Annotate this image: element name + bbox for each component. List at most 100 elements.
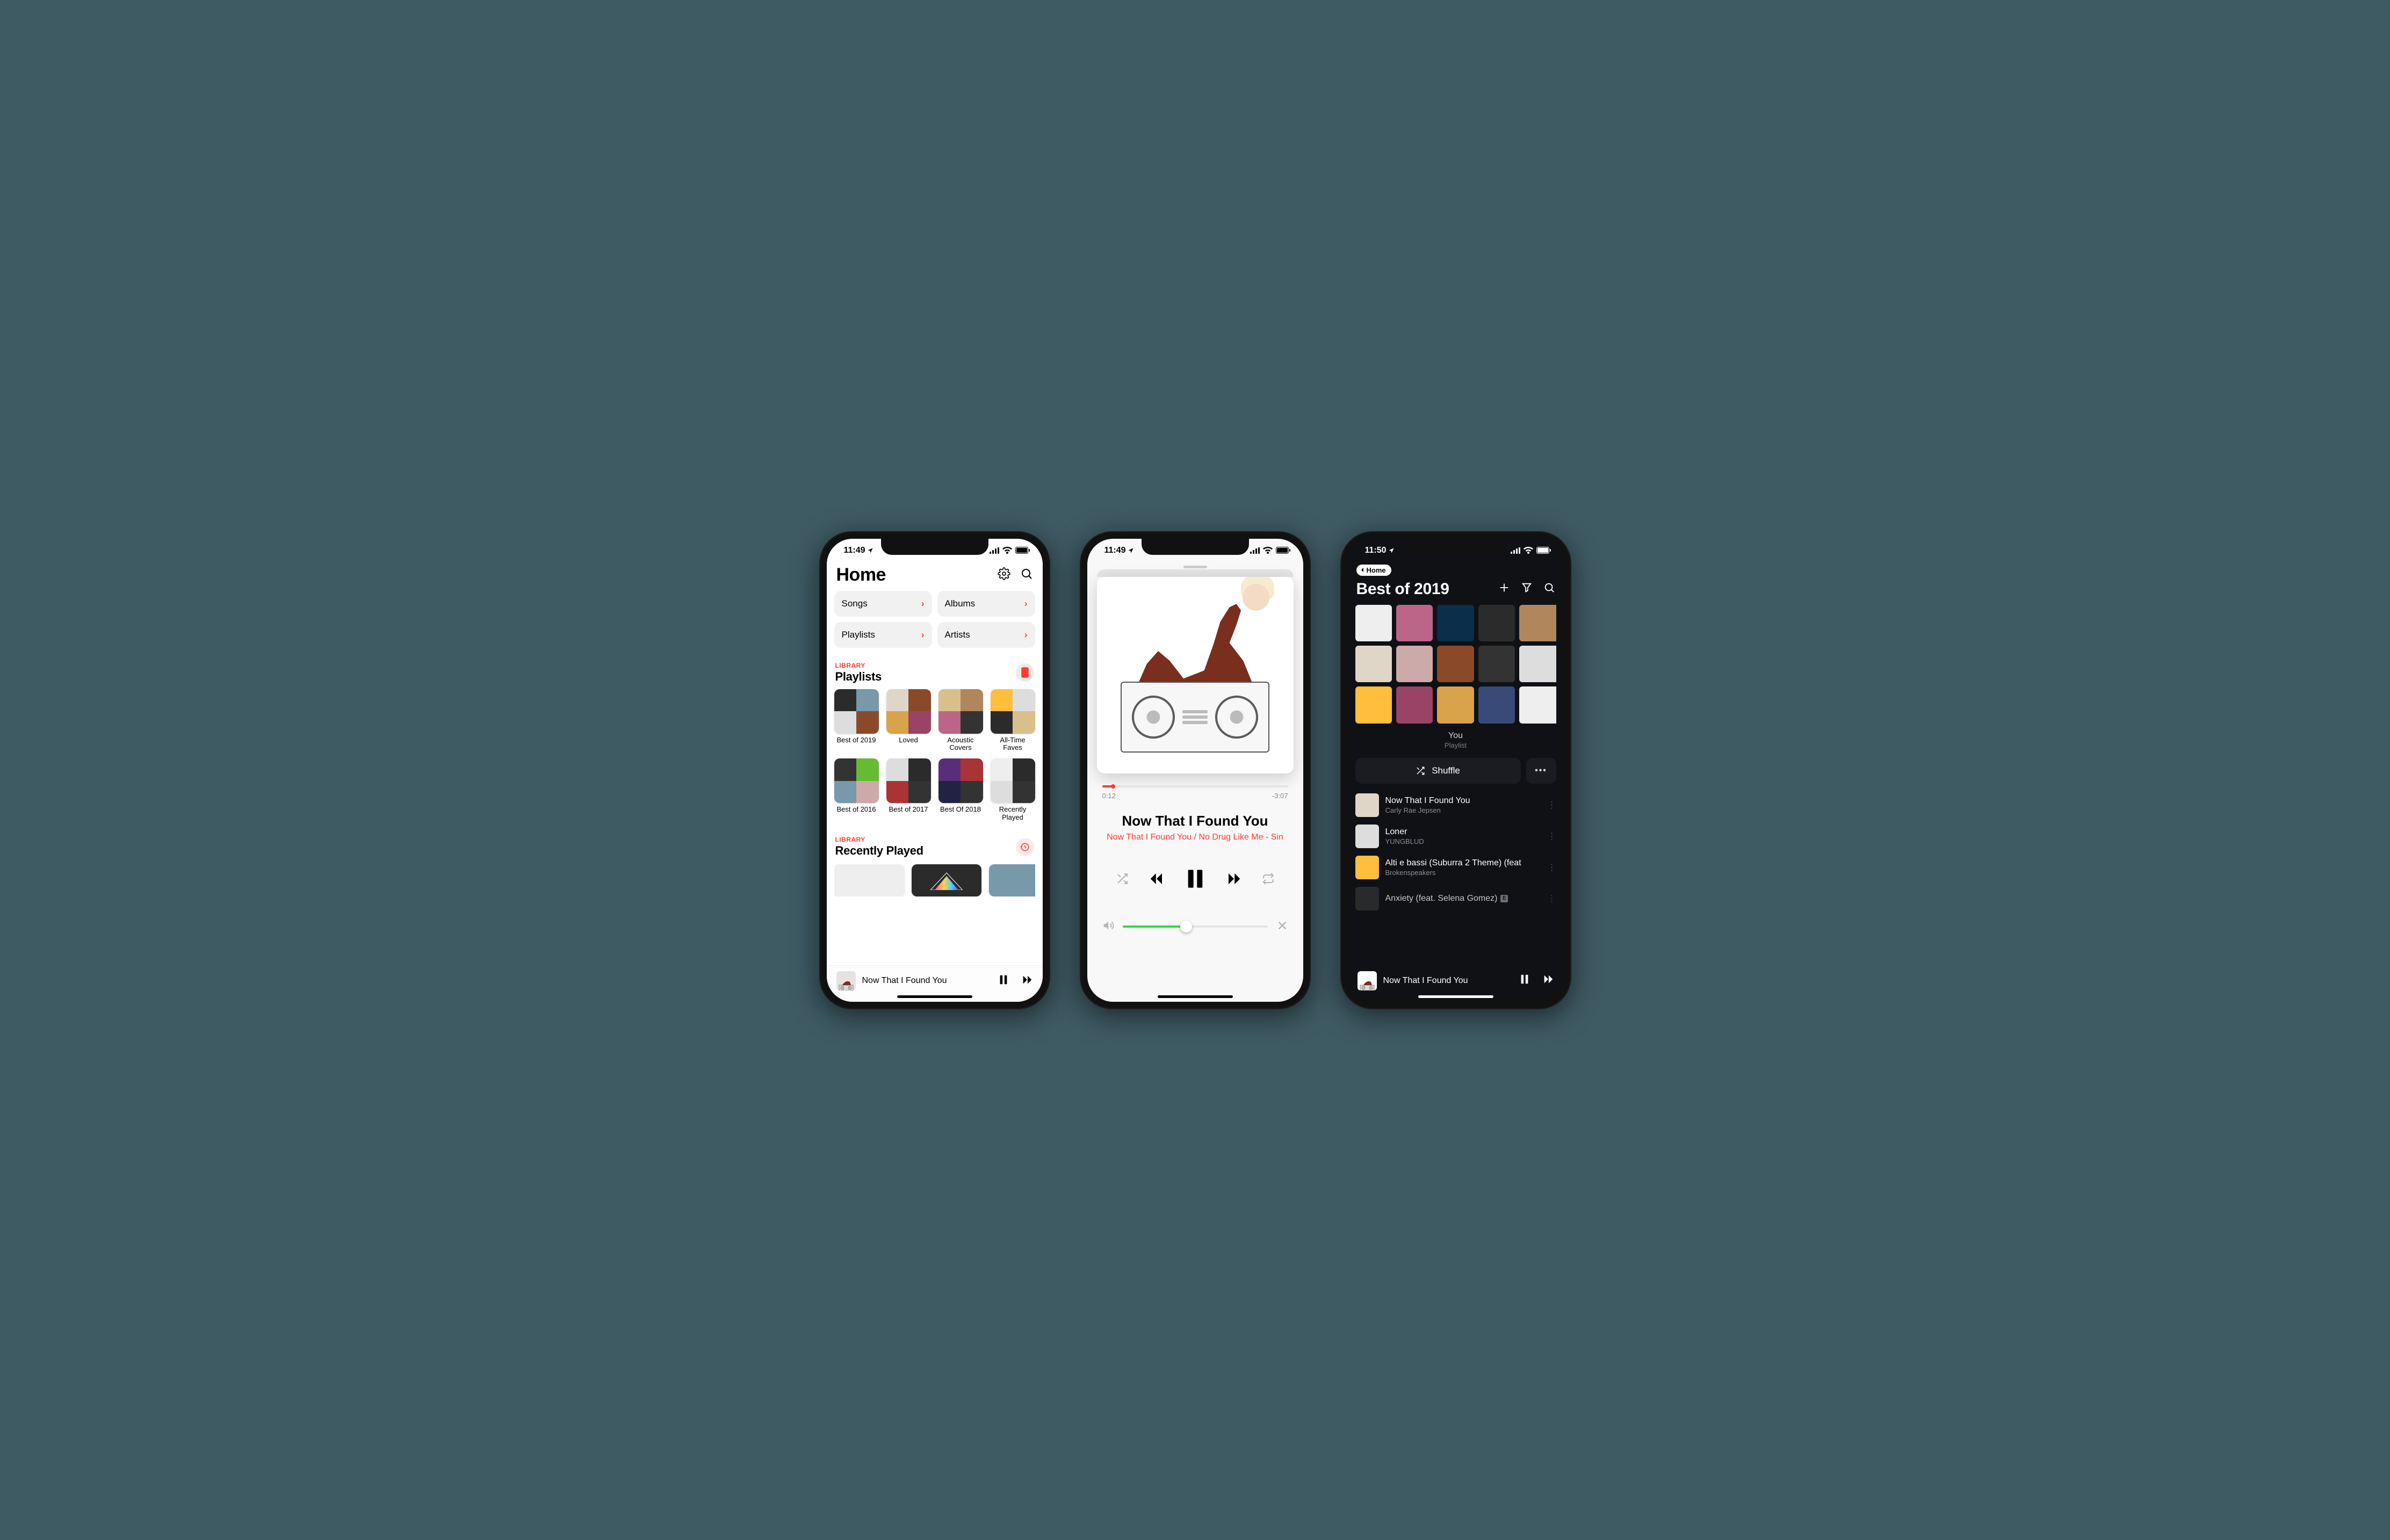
section-title: Playlists — [835, 670, 882, 684]
search-button[interactable] — [1543, 582, 1555, 596]
category-artists[interactable]: Artists› — [937, 622, 1035, 648]
cellular-icon — [1511, 547, 1520, 554]
history-button[interactable] — [1016, 838, 1034, 856]
track-more-button[interactable]: ⋮ — [1548, 862, 1556, 873]
time-elapsed: 0:12 — [1102, 792, 1116, 800]
recent-card[interactable] — [989, 864, 1035, 896]
playlist-item[interactable]: Best Of 2018 — [938, 758, 983, 822]
track-artwork — [1355, 793, 1379, 817]
volume-knob[interactable] — [1180, 921, 1192, 932]
grid-album[interactable] — [1355, 646, 1392, 682]
section-eyebrow: LIBRARY — [835, 836, 923, 843]
previous-button[interactable] — [1147, 871, 1166, 887]
grid-album[interactable] — [1519, 646, 1556, 682]
search-icon — [1020, 567, 1033, 580]
search-button[interactable] — [1020, 567, 1033, 583]
back-button[interactable]: Home — [1356, 565, 1391, 576]
category-songs[interactable]: Songs› — [834, 591, 932, 617]
next-button[interactable] — [1021, 974, 1033, 988]
grid-album[interactable] — [1437, 686, 1474, 723]
category-albums[interactable]: Albums › — [937, 591, 1035, 617]
playlist-item[interactable]: Recently Played — [991, 758, 1035, 822]
grid-album[interactable] — [1437, 605, 1474, 641]
grid-album[interactable] — [1478, 646, 1515, 682]
settings-button[interactable] — [998, 567, 1010, 583]
battery-icon — [1015, 547, 1030, 554]
pause-button[interactable] — [1185, 868, 1206, 890]
mini-player-artwork — [1358, 971, 1377, 990]
cellular-icon — [990, 547, 999, 554]
device-notch — [881, 539, 988, 555]
recent-card[interactable] — [912, 864, 981, 896]
track-more-button[interactable]: ⋮ — [1548, 800, 1556, 811]
scrubber[interactable] — [1102, 785, 1288, 787]
pause-icon — [998, 974, 1009, 986]
next-button[interactable] — [1224, 871, 1244, 887]
volume-icon — [1102, 920, 1114, 931]
shuffle-icon — [1416, 766, 1425, 776]
grid-album[interactable] — [1396, 646, 1433, 682]
grid-album[interactable] — [1355, 605, 1392, 641]
scrubber-knob[interactable] — [1111, 784, 1115, 789]
track-row[interactable]: Anxiety (feat. Selena Gomez) E ⋮ — [1355, 887, 1556, 910]
grid-album[interactable] — [1478, 605, 1515, 641]
playlist-item[interactable]: Acoustic Covers — [938, 689, 983, 753]
pause-button[interactable] — [1519, 973, 1530, 988]
album-grid — [1355, 605, 1556, 724]
playlist-item[interactable]: Best of 2017 — [886, 758, 931, 822]
playlist-item[interactable]: Best of 2016 — [834, 758, 879, 822]
grid-album[interactable] — [1437, 646, 1474, 682]
track-row[interactable]: Now That I Found You Carly Rae Jepsen ⋮ — [1355, 793, 1556, 817]
device-nowplaying: 11:49 — [1080, 531, 1311, 1009]
pause-button[interactable] — [998, 974, 1009, 988]
track-row[interactable]: Loner YUNGBLUD ⋮ — [1355, 825, 1556, 848]
shuffle-button[interactable] — [1116, 872, 1129, 885]
volume-fill — [1123, 926, 1187, 928]
recent-card[interactable] — [834, 864, 904, 896]
track-artist: Carly Rae Jepsen — [1385, 806, 1541, 814]
next-button[interactable] — [1542, 973, 1554, 988]
chevron-right-icon: › — [1024, 598, 1028, 609]
grid-album[interactable] — [1478, 686, 1515, 723]
grid-album[interactable] — [1396, 605, 1433, 641]
track-row[interactable]: Alti e bassi (Suburra 2 Theme) (feat Bro… — [1355, 856, 1556, 879]
volume-slider[interactable] — [1123, 926, 1268, 928]
recently-played-row — [834, 864, 1035, 896]
volume-button[interactable] — [1102, 920, 1114, 934]
grid-album[interactable] — [1396, 686, 1433, 723]
grid-album[interactable] — [1355, 686, 1392, 723]
track-title: Anxiety (feat. Selena Gomez) — [1385, 894, 1498, 903]
repeat-button[interactable] — [1262, 872, 1275, 885]
category-label: Albums — [945, 598, 976, 609]
sheet-grabber[interactable] — [1183, 566, 1207, 568]
phone-icon — [1021, 667, 1029, 678]
add-button[interactable] — [1498, 582, 1510, 596]
forward-icon — [1542, 973, 1554, 985]
home-indicator[interactable] — [1418, 995, 1493, 998]
playlist-item[interactable]: All-Time Faves — [991, 689, 1035, 753]
playlist-item[interactable]: Loved — [886, 689, 931, 753]
track-artist: YUNGBLUD — [1385, 837, 1541, 845]
chevron-right-icon: › — [1024, 630, 1028, 640]
more-button[interactable]: ••• — [1526, 758, 1556, 784]
np-track-title: Now That I Found You — [1097, 813, 1294, 829]
grid-album[interactable] — [1519, 686, 1556, 723]
grid-album[interactable] — [1519, 605, 1556, 641]
track-list: Now That I Found You Carly Rae Jepsen ⋮ … — [1355, 793, 1556, 910]
shuffle-button[interactable]: Shuffle — [1355, 758, 1521, 784]
filter-button[interactable] — [1521, 582, 1533, 596]
track-more-button[interactable]: ⋮ — [1548, 893, 1556, 904]
device-sync-button[interactable] — [1016, 663, 1034, 682]
playlist-item[interactable]: Best of 2019 — [834, 689, 879, 753]
home-indicator[interactable] — [897, 995, 972, 998]
track-artwork — [1355, 856, 1379, 879]
category-playlists[interactable]: Playlists› — [834, 622, 932, 648]
status-time: 11:50 — [1365, 546, 1387, 555]
screen-nowplaying: 11:49 — [1087, 539, 1303, 1002]
album-artwork[interactable] — [1097, 577, 1294, 773]
home-indicator[interactable] — [1158, 995, 1233, 998]
close-button[interactable] — [1276, 920, 1288, 934]
gear-icon — [998, 567, 1010, 580]
track-more-button[interactable]: ⋮ — [1548, 831, 1556, 842]
battery-icon — [1276, 547, 1290, 554]
